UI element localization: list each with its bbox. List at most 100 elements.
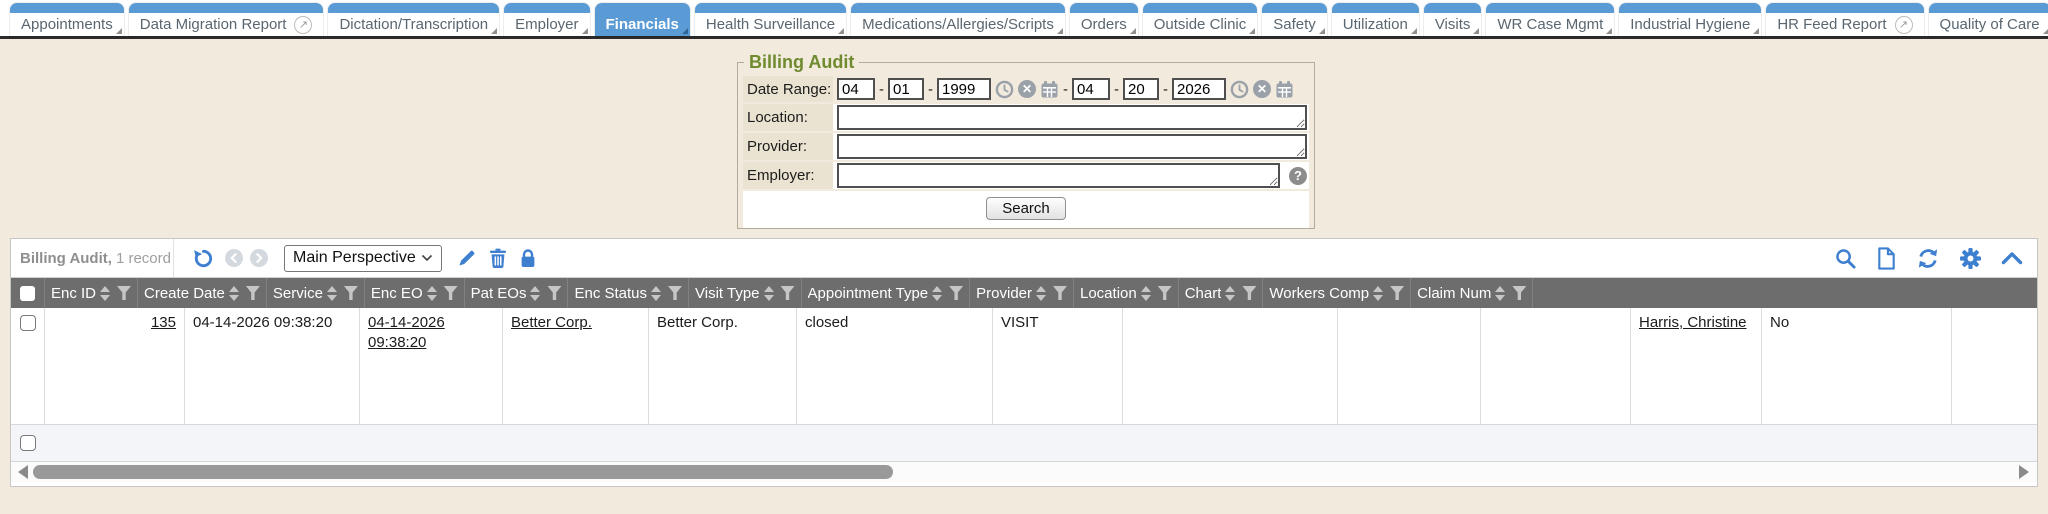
search-grid-icon[interactable]	[1834, 247, 1857, 270]
column-header[interactable]: Claim Num	[1411, 278, 1533, 308]
scroll-right-icon[interactable]	[2019, 465, 2029, 479]
column-header[interactable]: Service	[267, 278, 365, 308]
from-month-input[interactable]	[837, 78, 875, 100]
nav-tab[interactable]: Appointments	[10, 3, 124, 36]
filter-icon[interactable]	[1512, 286, 1526, 300]
nav-tab[interactable]: Visits	[1424, 3, 1482, 36]
column-header[interactable]: Appointment Type	[802, 278, 971, 308]
column-header[interactable]: Enc Status	[568, 278, 689, 308]
prev-page-icon[interactable]	[225, 249, 243, 267]
sort-icon[interactable]	[1225, 286, 1235, 301]
sort-icon[interactable]	[530, 286, 540, 301]
nav-tab[interactable]: Employer	[504, 3, 589, 36]
sort-icon[interactable]	[229, 286, 239, 301]
nav-tab[interactable]: Outside Clinic	[1143, 3, 1258, 36]
collapse-icon[interactable]	[2001, 251, 2023, 265]
sort-icon[interactable]	[1141, 286, 1151, 301]
perspective-select[interactable]: Main Perspective	[284, 245, 442, 272]
to-year-input[interactable]	[1172, 78, 1226, 100]
select-all-checkbox[interactable]	[11, 278, 45, 308]
filter-icon[interactable]	[1242, 286, 1256, 300]
sort-icon[interactable]	[1036, 286, 1046, 301]
new-document-icon[interactable]	[1876, 247, 1897, 270]
edit-perspective-icon[interactable]	[457, 248, 477, 268]
to-calendar-icon[interactable]	[1275, 80, 1294, 99]
to-time-icon[interactable]	[1230, 80, 1249, 99]
panel-title: Billing Audit	[744, 52, 859, 73]
column-header[interactable]: Enc ID	[45, 278, 138, 308]
delete-perspective-icon[interactable]	[489, 248, 507, 268]
nav-tab[interactable]: Medications/Allergies/Scripts	[851, 3, 1065, 36]
refresh-icon[interactable]	[1916, 247, 1940, 270]
from-clear-icon[interactable]: ✕	[1018, 80, 1036, 98]
column-header[interactable]: Location	[1074, 278, 1179, 308]
nav-tab[interactable]: HR Feed Report ↗	[1766, 3, 1923, 36]
table-row[interactable]: 135 04-14-2026 09:38:20 04-14-2026 09:38…	[11, 308, 2038, 425]
filter-icon[interactable]	[344, 286, 358, 300]
footer-checkbox[interactable]	[20, 435, 36, 451]
nav-tab[interactable]: Health Surveillance	[695, 3, 846, 36]
nav-tab[interactable]: Orders	[1070, 3, 1138, 36]
filter-icon[interactable]	[444, 286, 458, 300]
sort-icon[interactable]	[100, 286, 110, 301]
column-header[interactable]: Provider	[970, 278, 1074, 308]
external-link-icon[interactable]: ↗	[1895, 16, 1913, 34]
search-button[interactable]: Search	[986, 197, 1066, 220]
employer-input[interactable]	[837, 163, 1280, 188]
nav-tab[interactable]: Safety	[1262, 3, 1327, 36]
nav-tab[interactable]: Industrial Hygiene	[1619, 3, 1761, 36]
sort-icon[interactable]	[327, 286, 337, 301]
column-header[interactable]: Pat EOs	[465, 278, 569, 308]
nav-tab[interactable]: Dictation/Transcription	[328, 3, 499, 36]
from-time-icon[interactable]	[995, 80, 1014, 99]
from-year-input[interactable]	[937, 78, 991, 100]
service-link[interactable]: 04-14-2026 09:38:20	[368, 314, 445, 351]
to-month-input[interactable]	[1072, 78, 1110, 100]
filter-icon[interactable]	[246, 286, 260, 300]
chart-link[interactable]: Harris, Christine	[1639, 314, 1747, 331]
filter-icon[interactable]	[1158, 286, 1172, 300]
tab-menu-corner-icon	[682, 28, 688, 34]
lock-perspective-icon[interactable]	[519, 248, 537, 268]
sort-icon[interactable]	[1373, 286, 1383, 301]
filter-icon[interactable]	[1053, 286, 1067, 300]
column-header[interactable]: Visit Type	[689, 278, 801, 308]
sort-icon[interactable]	[651, 286, 661, 301]
scroll-left-icon[interactable]	[18, 465, 28, 479]
sort-icon[interactable]	[1495, 286, 1505, 301]
provider-input[interactable]	[837, 134, 1307, 159]
column-header[interactable]: Enc EO	[365, 278, 465, 308]
filter-icon[interactable]	[547, 286, 561, 300]
column-header[interactable]: Workers Comp	[1263, 278, 1411, 308]
to-clear-icon[interactable]: ✕	[1253, 80, 1271, 98]
next-page-icon[interactable]	[250, 249, 268, 267]
from-calendar-icon[interactable]	[1040, 80, 1059, 99]
column-header[interactable]: Chart	[1179, 278, 1264, 308]
filter-icon[interactable]	[781, 286, 795, 300]
scrollbar-thumb[interactable]	[33, 465, 893, 479]
horizontal-scrollbar[interactable]	[11, 462, 2037, 482]
to-day-input[interactable]	[1123, 78, 1159, 100]
settings-gear-icon[interactable]	[1959, 247, 1982, 270]
sort-icon[interactable]	[764, 286, 774, 301]
filter-icon[interactable]	[668, 286, 682, 300]
sort-icon[interactable]	[427, 286, 437, 301]
filter-icon[interactable]	[1390, 286, 1404, 300]
nav-tab[interactable]: Quality of Care	[1929, 3, 2048, 36]
filter-icon[interactable]	[949, 286, 963, 300]
enc-id-link[interactable]: 135	[151, 314, 176, 331]
from-day-input[interactable]	[888, 78, 924, 100]
nav-tab[interactable]: Data Migration Report ↗	[129, 3, 324, 36]
column-header[interactable]: Create Date	[138, 278, 267, 308]
external-link-icon[interactable]: ↗	[294, 16, 312, 34]
nav-tab[interactable]: Utilization	[1332, 3, 1419, 36]
nav-tab[interactable]: WR Case Mgmt	[1486, 3, 1614, 36]
nav-tab[interactable]: Financials	[595, 3, 690, 36]
row-checkbox[interactable]	[20, 315, 36, 331]
help-icon[interactable]: ?	[1289, 167, 1307, 185]
location-input[interactable]	[837, 105, 1307, 130]
enc-eo-link[interactable]: Better Corp.	[511, 314, 592, 331]
filter-icon[interactable]	[117, 286, 131, 300]
sort-icon[interactable]	[932, 286, 942, 301]
undo-icon[interactable]	[192, 247, 215, 270]
